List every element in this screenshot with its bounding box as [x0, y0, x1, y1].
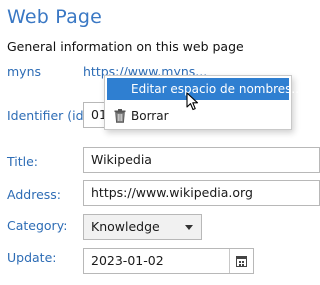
update-date-text: 2023-01-02: [91, 253, 164, 268]
namespace-label: myns: [7, 64, 42, 79]
menu-item-edit-label: Editar espacio de nombres...: [131, 82, 303, 96]
update-label: Update:: [7, 250, 57, 265]
page-title: Web Page: [7, 6, 103, 28]
trash-icon: [114, 109, 126, 123]
page-subtitle: General information on this web page: [7, 39, 244, 54]
category-select[interactable]: Knowledge: [83, 214, 202, 240]
chevron-down-icon: [185, 225, 193, 230]
title-label: Title:: [7, 154, 38, 169]
identifier-label: Identifier (id):: [7, 108, 93, 123]
category-selected-value: Knowledge: [91, 219, 160, 234]
update-date-field[interactable]: 2023-01-02: [83, 248, 254, 274]
category-label: Category:: [7, 218, 68, 233]
menu-item-delete-label: Borrar: [131, 109, 169, 123]
address-field[interactable]: https://www.wikipedia.org: [83, 180, 320, 206]
calendar-icon: [236, 255, 247, 267]
title-field[interactable]: Wikipedia: [83, 147, 320, 173]
mouse-cursor-icon: [186, 92, 199, 111]
calendar-button[interactable]: [229, 249, 253, 273]
address-label: Address:: [7, 187, 61, 202]
